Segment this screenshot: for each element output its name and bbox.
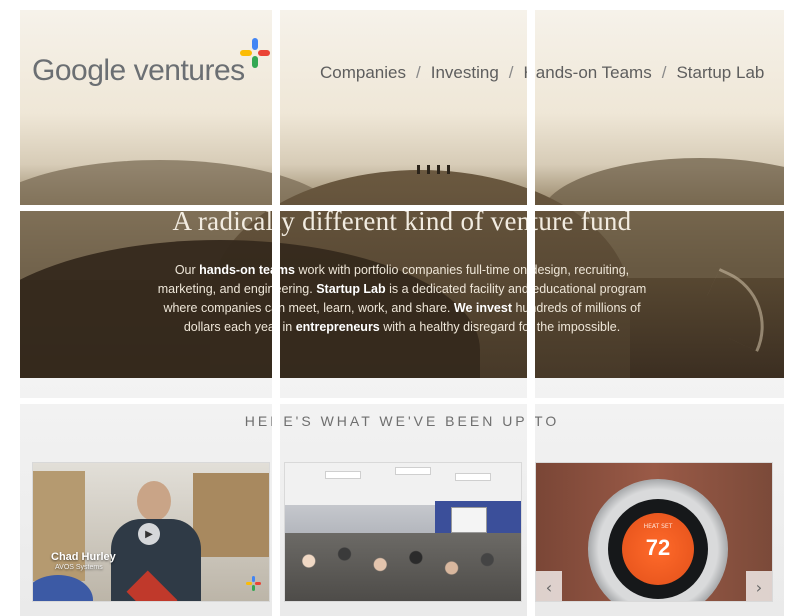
speaker-name: Chad Hurley [51,551,116,563]
top-navigation: Companies / Investing / Hands-on Teams /… [320,63,764,83]
speaker-company: AVOS Systems [55,564,103,571]
pinwheel-logo-icon [240,38,270,68]
grid-divider [0,398,800,404]
grid-divider [527,0,535,616]
hero-banner: Google ventures Companies / Investing / … [20,10,784,378]
nav-separator: / [508,63,514,82]
grid-divider [272,0,280,616]
we-invest-link[interactable]: We invest [454,301,512,315]
thermostat-label: HEAT SET [643,523,673,530]
arrow-right-icon[interactable]: › [746,571,772,601]
ceiling-light [395,467,431,475]
hero-people [417,164,459,174]
updates-section: HERE'S WHAT WE'VE BEEN UP TO ▶ Chad Hurl… [20,378,784,616]
hero-description: Our hands-on teams work with portfolio c… [157,263,647,334]
pinwheel-mini-icon [246,576,261,591]
hands-on-teams-link[interactable]: hands-on teams [199,263,295,277]
ceiling-light [455,473,491,481]
nav-link-investing[interactable]: Investing [431,63,499,83]
thermostat-temperature: 72 [645,535,671,560]
classroom-tile[interactable] [284,462,522,602]
nav-separator: / [661,63,667,82]
section-heading: HERE'S WHAT WE'VE BEEN UP TO [244,413,560,429]
nav-link-startup-lab[interactable]: Startup Lab [676,63,764,83]
play-icon[interactable]: ▶ [138,523,160,545]
nav-link-companies[interactable]: Companies [320,63,406,83]
bookshelf [193,473,269,557]
entrepreneurs-link[interactable]: entrepreneurs [296,320,380,334]
hero-road [694,268,784,352]
ceiling-light [325,471,361,479]
page: Google ventures Companies / Investing / … [0,0,800,616]
grid-divider [0,205,800,211]
audience [285,533,521,601]
thermostat-tile[interactable]: HEAT SET 72 ‹ › [535,462,773,602]
video-tile[interactable]: ▶ Chad Hurley AVOS Systems [32,462,270,602]
projector-screen [451,507,487,533]
nav-separator: / [416,63,421,82]
brand-logo[interactable]: Google ventures [32,54,245,88]
startup-lab-link[interactable]: Startup Lab [316,282,385,296]
arrow-left-icon[interactable]: ‹ [536,571,562,601]
nav-link-hands-on-teams[interactable]: Hands-on Teams [524,63,652,83]
